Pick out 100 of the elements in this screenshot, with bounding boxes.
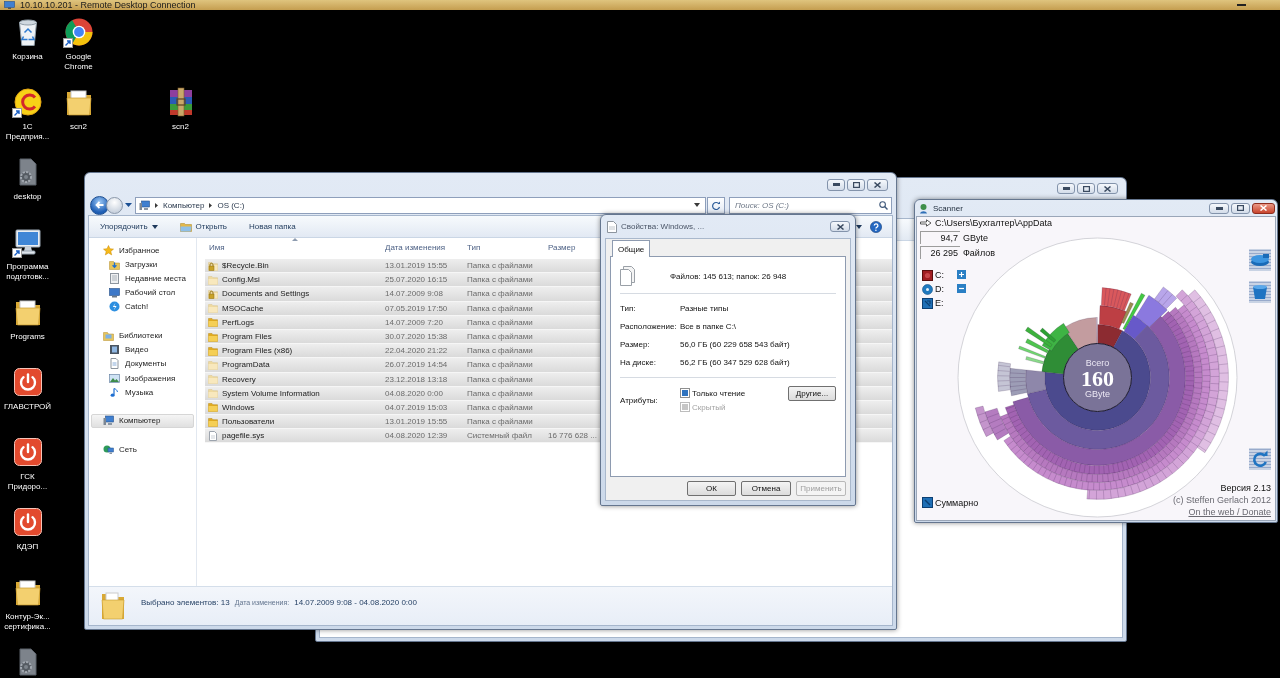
back-button[interactable] bbox=[90, 195, 109, 215]
folder-icon[interactable] bbox=[12, 297, 43, 327]
maximize-button[interactable] bbox=[847, 178, 865, 191]
caret-down-icon[interactable] bbox=[856, 224, 862, 229]
summary-label[interactable]: Суммарно bbox=[935, 497, 979, 508]
search-field[interactable]: Поиск: OS (C:) bbox=[729, 196, 892, 214]
sunburst-segment[interactable] bbox=[1009, 368, 1028, 397]
desktop-icon-label[interactable]: КДЭП bbox=[0, 542, 55, 552]
sunburst-segment[interactable] bbox=[1121, 302, 1134, 324]
total-caption: Всего bbox=[1085, 357, 1110, 368]
breadcrumb-item[interactable]: Компьютер bbox=[163, 200, 205, 210]
desktop-icon-label[interactable]: ГЛАВСТРОЙ bbox=[0, 402, 55, 412]
sunburst-segment[interactable] bbox=[1012, 316, 1186, 466]
nav-item[interactable]: Рабочий стол bbox=[91, 285, 194, 300]
sunburst-segment[interactable] bbox=[1135, 295, 1168, 328]
dialog-tab[interactable]: Общие bbox=[612, 240, 651, 257]
folder-icon bbox=[208, 317, 218, 328]
desktop-icon-label[interactable]: Программа подготовк... bbox=[0, 262, 55, 281]
modified-date: 04.07.2019 15:03 bbox=[385, 402, 449, 412]
sunburst-segment[interactable] bbox=[1187, 289, 1229, 453]
nav-item[interactable]: Документы bbox=[91, 356, 194, 371]
caret-down-icon[interactable] bbox=[694, 203, 700, 207]
dialog-button[interactable]: Отмена bbox=[741, 481, 791, 496]
sunburst-segment[interactable] bbox=[1101, 287, 1132, 311]
nav-item[interactable]: Музыка bbox=[91, 385, 194, 400]
column-header[interactable]: Тип bbox=[467, 238, 548, 257]
advanced-button[interactable]: Другие... bbox=[788, 386, 836, 401]
nav-item[interactable]: Библиотеки bbox=[91, 328, 194, 343]
toolbar-button[interactable]: Новая папка bbox=[243, 217, 302, 236]
nav-item[interactable]: Сеть bbox=[91, 442, 194, 457]
toolbar-button[interactable]: Открыть bbox=[173, 217, 234, 236]
stat-field: 94,7 bbox=[920, 231, 960, 244]
bucket-icon[interactable] bbox=[1249, 281, 1271, 303]
refresh-button[interactable] bbox=[707, 196, 725, 214]
sunburst-segment[interactable] bbox=[1027, 325, 1170, 450]
maximize-button[interactable] bbox=[1231, 202, 1250, 214]
nav-item[interactable]: Catch! bbox=[91, 299, 194, 314]
caret-down-icon[interactable] bbox=[125, 203, 132, 207]
sunburst-segment[interactable] bbox=[1099, 305, 1128, 330]
desktop-icon-label[interactable]: scn2 bbox=[153, 122, 208, 132]
plus-icon[interactable] bbox=[957, 270, 966, 279]
close-button[interactable] bbox=[1252, 202, 1275, 214]
nav-item[interactable]: Избранное bbox=[91, 243, 194, 258]
power-icon[interactable] bbox=[12, 367, 43, 397]
desktop-icon-label[interactable]: desktop bbox=[0, 192, 55, 202]
folder-icon[interactable] bbox=[63, 87, 94, 117]
drive-button[interactable]: C: bbox=[920, 268, 944, 282]
modified-date: 04.08.2020 12:39 bbox=[385, 431, 449, 441]
checkbox-label[interactable]: Только чтение bbox=[692, 388, 746, 398]
tile-icon[interactable] bbox=[922, 497, 933, 508]
power-icon[interactable] bbox=[12, 437, 43, 467]
monitor-icon[interactable] bbox=[12, 227, 43, 257]
desktop-icon-label[interactable]: ГСК Придоро... bbox=[0, 472, 55, 491]
toolbar-button[interactable]: Упорядочить bbox=[94, 217, 164, 236]
minimize-button[interactable] bbox=[1209, 202, 1229, 214]
nav-item[interactable]: Недавние места bbox=[91, 271, 194, 286]
donate-link[interactable]: On the web / Donate bbox=[1188, 506, 1271, 518]
nav-item[interactable]: Изображения bbox=[91, 371, 194, 386]
sunburst-segment[interactable] bbox=[984, 407, 1009, 441]
column-header[interactable]: Дата изменения bbox=[385, 238, 467, 257]
sunburst-segment[interactable] bbox=[1025, 369, 1047, 394]
close-button[interactable] bbox=[830, 221, 850, 232]
column-header[interactable]: Имя bbox=[205, 238, 385, 257]
arrow-right-icon[interactable] bbox=[920, 219, 932, 227]
sunburst-segment[interactable] bbox=[1122, 293, 1146, 331]
sunburst-segment[interactable] bbox=[1123, 314, 1148, 340]
refresh-icon[interactable] bbox=[1249, 448, 1271, 470]
sunburst-segment[interactable] bbox=[1044, 330, 1151, 431]
nav-item[interactable]: Компьютер bbox=[91, 413, 194, 429]
close-button[interactable] bbox=[867, 178, 888, 191]
sunburst-segment[interactable] bbox=[975, 405, 994, 437]
power-icon[interactable] bbox=[12, 507, 43, 537]
minus-icon[interactable] bbox=[957, 284, 966, 293]
sunburst-segment[interactable] bbox=[1025, 356, 1045, 365]
maximize-button[interactable] bbox=[1077, 183, 1095, 194]
disk-icon[interactable] bbox=[1249, 249, 1271, 271]
nav-item[interactable]: Видео bbox=[91, 342, 194, 357]
monitor-icon bbox=[109, 287, 120, 299]
round-logo-icon[interactable] bbox=[12, 87, 43, 117]
desktop-icon-label[interactable]: Programs bbox=[0, 332, 55, 342]
nav-item[interactable]: Загрузки bbox=[91, 257, 194, 272]
help-icon[interactable] bbox=[870, 220, 882, 233]
folder-icon[interactable] bbox=[12, 577, 43, 607]
drive-button[interactable]: E: bbox=[920, 296, 944, 310]
minimize-button[interactable] bbox=[1057, 183, 1075, 194]
checkbox[interactable] bbox=[680, 388, 690, 398]
breadcrumb-item[interactable]: OS (C:) bbox=[217, 200, 245, 210]
minimize-button[interactable] bbox=[827, 178, 845, 191]
folder-icon bbox=[208, 274, 218, 285]
search-icon[interactable] bbox=[879, 200, 888, 210]
desktop-icon-label[interactable]: Контур-Эк... сертифика... bbox=[0, 612, 55, 631]
forward-button[interactable] bbox=[106, 196, 123, 214]
drive-button[interactable]: D: bbox=[920, 282, 944, 296]
sunburst-segment[interactable] bbox=[1039, 327, 1057, 343]
address-bar[interactable]: Компьютер OS (C:) bbox=[135, 196, 706, 214]
dialog-button[interactable]: ОК bbox=[687, 481, 736, 496]
column-header[interactable]: Размер bbox=[548, 238, 600, 257]
sunburst-segment[interactable] bbox=[1063, 317, 1098, 350]
browser-logo-icon[interactable] bbox=[63, 17, 94, 47]
close-button[interactable] bbox=[1097, 183, 1118, 194]
